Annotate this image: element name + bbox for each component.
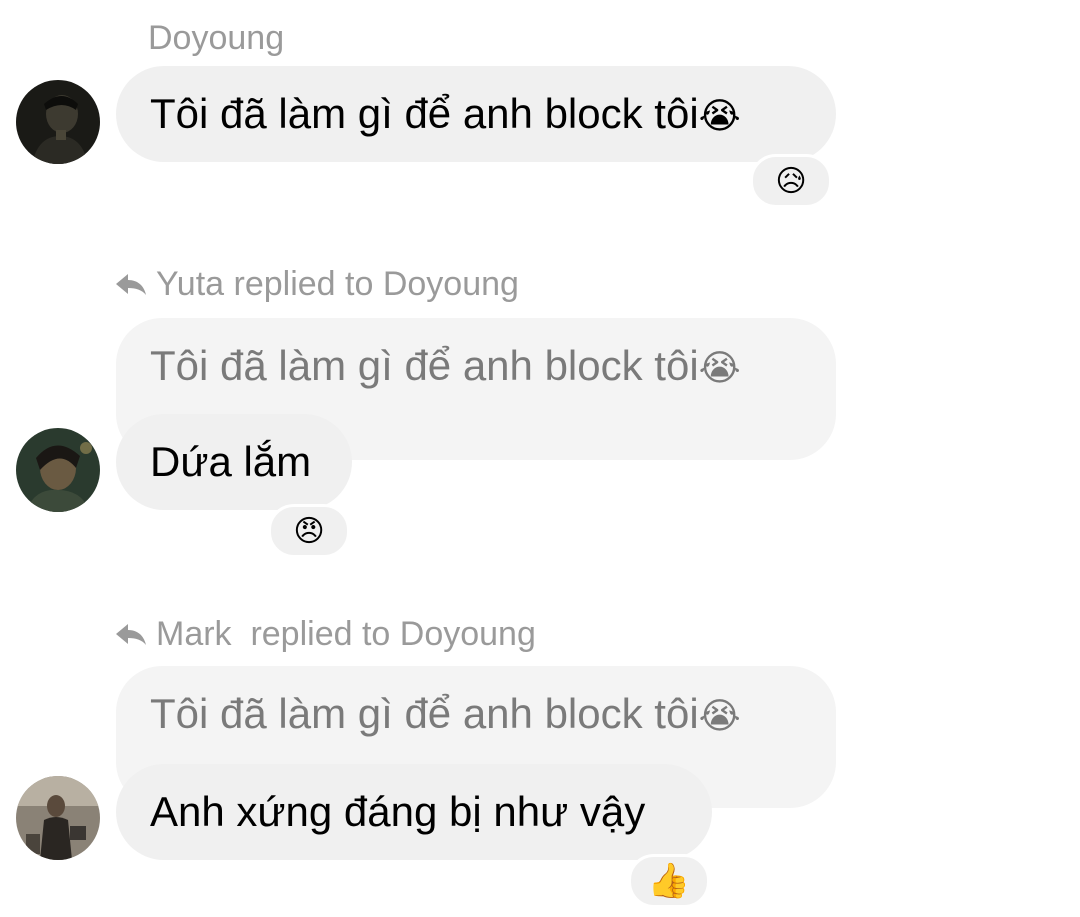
reply-header-text: Mark replied to Doyoung	[156, 615, 536, 653]
avatar[interactable]	[16, 428, 100, 512]
reply-arrow-icon	[116, 624, 146, 645]
quoted-text: Tôi đã làm gì để anh block tôi	[150, 342, 699, 389]
message-text: Tôi đã làm gì để anh block tôi	[150, 90, 699, 137]
avatar-photo	[16, 776, 100, 860]
message-bubble[interactable]: Dứa lắm	[116, 414, 352, 510]
chat-thread: Doyoung Tôi đã làm gì để anh block tôi😭 …	[0, 0, 1080, 917]
angry-face-icon: 😠	[293, 513, 325, 549]
reply-header: Mark replied to Doyoung	[114, 610, 536, 658]
reply-header: Yuta replied to Doyoung	[114, 260, 519, 308]
sad-face-icon: 😥	[775, 163, 807, 199]
avatar-photo	[16, 80, 100, 164]
crying-emoji: 😭	[698, 96, 741, 137]
message-bubble[interactable]: Anh xứng đáng bị như vậy	[116, 764, 712, 860]
reaction-badge[interactable]: 👍	[628, 854, 710, 908]
reply-arrow-icon	[116, 274, 146, 295]
message-text: Dứa lắm	[150, 438, 312, 485]
avatar-photo	[16, 428, 100, 512]
reaction-badge[interactable]: 😥	[750, 154, 832, 208]
quoted-text: Tôi đã làm gì để anh block tôi	[150, 690, 699, 737]
reply-header-text: Yuta replied to Doyoung	[156, 265, 519, 303]
crying-emoji: 😭	[698, 348, 741, 389]
message-bubble[interactable]: Tôi đã làm gì để anh block tôi😭	[116, 66, 836, 162]
thumbs-up-icon: 👍	[647, 861, 691, 901]
avatar[interactable]	[16, 776, 100, 860]
reaction-badge[interactable]: 😠	[268, 504, 350, 558]
message-text: Anh xứng đáng bị như vậy	[150, 788, 646, 835]
crying-emoji: 😭	[698, 696, 741, 737]
avatar[interactable]	[16, 80, 100, 164]
sender-name: Doyoung	[148, 19, 285, 57]
